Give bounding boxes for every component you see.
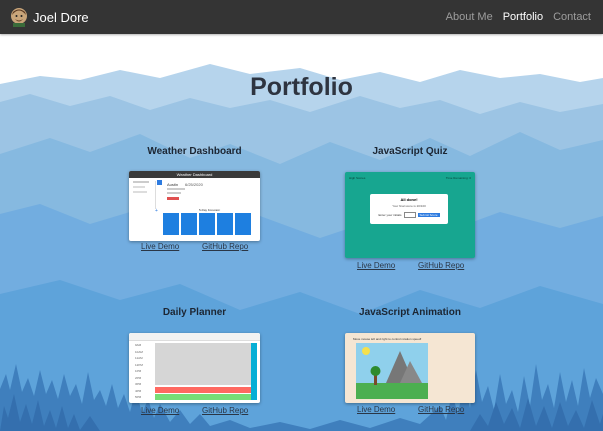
thumbnail-header: Weather Dashboard (129, 171, 260, 178)
animation-caption: Move mouse left and right to control rot… (353, 337, 422, 341)
quiz-modal: All done! Your final score is 20/100 Ent… (370, 194, 448, 224)
animation-scene (356, 343, 428, 399)
github-repo-link[interactable]: GitHub Repo (202, 406, 248, 415)
city-label: Austin (167, 182, 179, 187)
modal-title: All done! (400, 197, 418, 202)
live-demo-link[interactable]: Live Demo (141, 406, 179, 415)
high-scores-label: High Scores (349, 176, 366, 180)
nav-link-contact[interactable]: Contact (553, 11, 591, 23)
timer-label: Time Remaining: 0 (445, 176, 471, 180)
live-demo-link[interactable]: Live Demo (357, 405, 395, 414)
project-title: Daily Planner (162, 307, 227, 318)
project-thumbnail-weather-dashboard[interactable]: Weather Dashboard Austin 6/25/2020 + 5-D… (129, 171, 260, 241)
brand-name: Joel Dore (33, 9, 89, 25)
search-icon (157, 180, 162, 185)
forecast-cards (163, 213, 251, 235)
date-label: 6/25/2020 (185, 182, 203, 187)
github-repo-link[interactable]: GitHub Repo (418, 405, 464, 414)
navbar: Joel Dore About Me Portfolio Contact (0, 0, 603, 34)
modal-text: Your final score is 20/100 (392, 204, 426, 208)
initials-label: Enter your initials (378, 213, 402, 217)
project-title: JavaScript Animation (359, 307, 461, 318)
sidebar (133, 181, 156, 209)
hour-column: 9AM 10AM 11AM 12PM 1PM 2PM 3PM 4PM 5PM (135, 343, 143, 399)
project-title: Weather Dashboard (147, 146, 242, 157)
avatar-icon (11, 8, 27, 27)
submit-score-button: Submit Score (417, 213, 440, 217)
brand-link[interactable]: Joel Dore (10, 6, 89, 28)
live-demo-link[interactable]: Live Demo (141, 242, 179, 251)
github-repo-link[interactable]: GitHub Repo (418, 261, 464, 270)
nav-link-portfolio[interactable]: Portfolio (503, 11, 543, 23)
initials-input (403, 212, 416, 218)
forecast-title: 5-Day Forecast: (199, 208, 221, 212)
github-repo-link[interactable]: GitHub Repo (202, 242, 248, 251)
past-hours-block (155, 343, 251, 385)
live-demo-link[interactable]: Live Demo (357, 261, 395, 270)
project-thumbnail-daily-planner[interactable]: 9AM 10AM 11AM 12PM 1PM 2PM 3PM 4PM 5PM (129, 333, 260, 403)
planner-header (129, 333, 260, 341)
project-thumbnail-javascript-animation[interactable]: Move mouse left and right to control rot… (345, 333, 475, 403)
nav-link-about-me[interactable]: About Me (446, 11, 493, 23)
project-title: JavaScript Quiz (372, 146, 448, 157)
nav-links: About Me Portfolio Contact (446, 0, 591, 34)
project-thumbnail-javascript-quiz[interactable]: High Scores Time Remaining: 0 All done! … (345, 172, 475, 258)
page-title: Portfolio (250, 73, 353, 101)
future-hour-block (155, 394, 251, 400)
current-hour-block (155, 387, 251, 393)
save-buttons-column (251, 343, 257, 400)
